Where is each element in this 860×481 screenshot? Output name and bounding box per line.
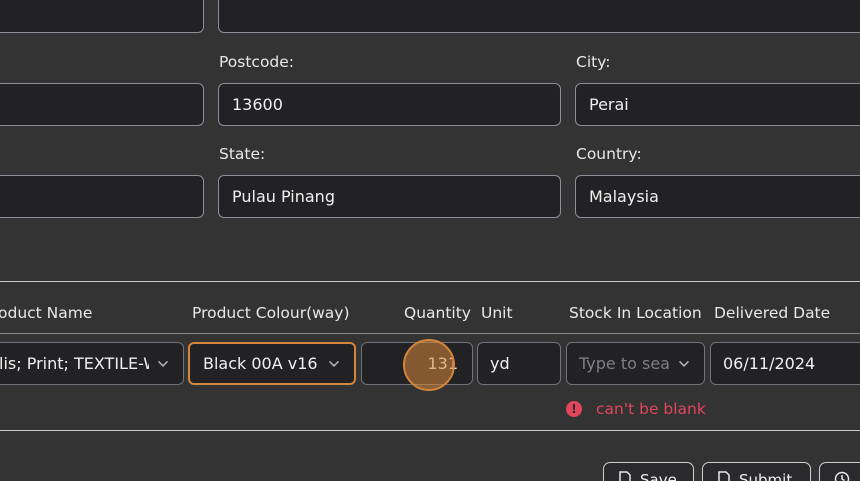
table-header-divider	[0, 333, 860, 334]
error-icon: !	[566, 401, 582, 417]
table-top-divider	[0, 281, 860, 282]
product-name-select[interactable]: lis; Print; TEXTILE-W	[0, 342, 184, 385]
delivered-date-input[interactable]: 06/11/2024	[710, 342, 860, 385]
header-product-name: oduct Name	[0, 304, 93, 322]
quantity-input[interactable]: 131	[361, 342, 473, 385]
header-delivered-date: Delivered Date	[714, 304, 831, 322]
product-name-value: lis; Print; TEXTILE-W	[0, 354, 149, 373]
delivered-date-value: 06/11/2024	[723, 354, 816, 373]
more-actions-button[interactable]	[819, 462, 860, 481]
document-check-icon	[718, 471, 730, 481]
save-button[interactable]: Save	[603, 462, 694, 481]
header-product-colour: Product Colour(way)	[192, 304, 350, 322]
stock-in-location-select[interactable]: Type to sea	[566, 342, 705, 385]
submit-button-label: Submit	[739, 471, 793, 481]
unit-value: yd	[490, 354, 510, 373]
header-quantity: Quantity	[404, 304, 471, 322]
stock-location-error: ! can't be blank	[566, 400, 706, 418]
chevron-down-icon[interactable]	[678, 357, 690, 369]
error-message: can't be blank	[596, 400, 706, 418]
submit-button[interactable]: Submit	[702, 462, 811, 481]
chevron-down-icon[interactable]	[157, 357, 169, 369]
postcode-label: Postcode:	[219, 53, 295, 71]
product-colour-select[interactable]: Black 00A v16	[188, 342, 356, 385]
postcode-input[interactable]: 13600	[218, 83, 561, 126]
address-field-right-top[interactable]	[218, 0, 860, 33]
product-colour-value: Black 00A v16	[203, 354, 318, 373]
document-icon	[619, 471, 631, 481]
table-bottom-divider	[0, 430, 860, 431]
country-input[interactable]: Malaysia	[575, 175, 860, 218]
address-field-left-top[interactable]	[0, 0, 204, 33]
quantity-value: 131	[427, 354, 458, 373]
header-stock-in-location: Stock In Location	[569, 304, 702, 322]
city-label: City:	[576, 53, 611, 71]
city-input[interactable]: Perai	[575, 83, 860, 126]
clock-icon	[834, 471, 850, 481]
state-label: State:	[219, 145, 266, 163]
header-unit: Unit	[481, 304, 513, 322]
stock-in-location-placeholder: Type to sea	[579, 354, 670, 373]
chevron-down-icon[interactable]	[328, 357, 340, 369]
state-input[interactable]: Pulau Pinang	[218, 175, 561, 218]
country-label: Country:	[576, 145, 642, 163]
unit-input[interactable]: yd	[477, 342, 561, 385]
address-line-field[interactable]	[0, 83, 204, 126]
address-extra-field[interactable]	[0, 175, 204, 218]
save-button-label: Save	[640, 471, 677, 481]
